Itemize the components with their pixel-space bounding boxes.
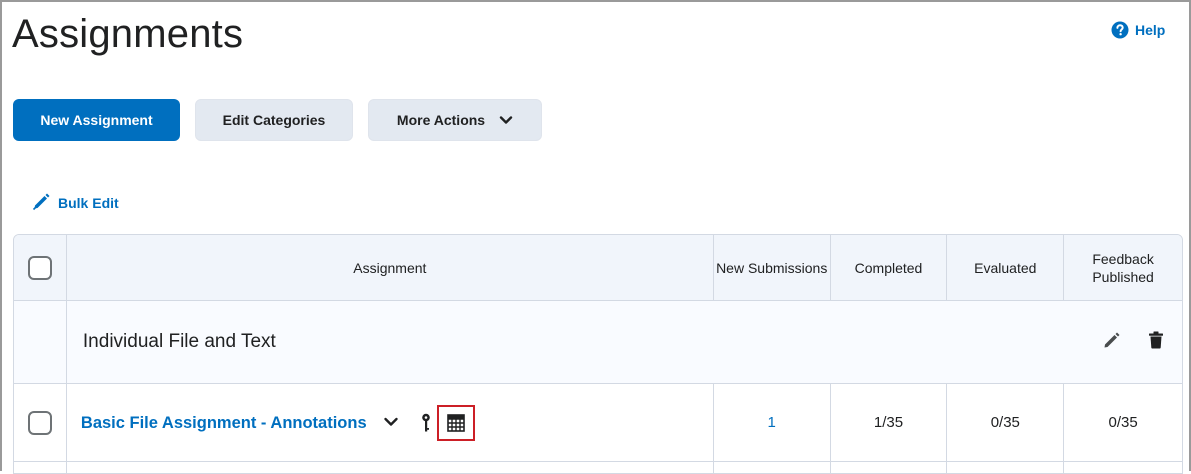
completed-cell: 1/35 — [831, 384, 948, 461]
delete-category-button[interactable] — [1148, 331, 1164, 353]
partial-cell — [831, 462, 948, 473]
key-icon — [421, 413, 431, 433]
pencil-icon — [32, 191, 52, 214]
category-title: Individual File and Text — [82, 331, 276, 352]
new-submissions-link[interactable]: 1 — [768, 414, 776, 432]
partial-cell — [14, 462, 67, 473]
evaluated-value: 0/35 — [990, 413, 1020, 431]
more-actions-button[interactable]: More Actions — [368, 99, 542, 141]
more-actions-label: More Actions — [396, 112, 486, 128]
column-header-evaluated[interactable]: Evaluated — [947, 235, 1065, 300]
assignment-link[interactable]: Basic File Assignment - Annotations — [81, 414, 367, 432]
feedback-published-value: 0/35 — [1108, 413, 1138, 431]
help-icon — [1111, 21, 1129, 39]
partial-cell — [1064, 462, 1182, 473]
edit-categories-label: Edit Categories — [222, 112, 326, 128]
partial-cell — [67, 462, 714, 473]
new-assignment-button[interactable]: New Assignment — [13, 99, 180, 141]
partial-cell — [714, 462, 831, 473]
header-checkbox-cell — [14, 235, 67, 300]
column-header-new-submissions[interactable]: New Submissions — [714, 235, 831, 300]
completed-value: 1/35 — [873, 413, 904, 431]
new-submissions-cell: 1 — [714, 384, 831, 461]
chevron-down-icon — [499, 112, 513, 128]
edit-categories-button[interactable]: Edit Categories — [195, 99, 353, 141]
category-row: Individual File and Text — [14, 301, 1182, 384]
category-cell: Individual File and Text — [67, 301, 1182, 383]
column-header-assignment[interactable]: Assignment — [67, 235, 714, 300]
edit-category-button[interactable] — [1102, 330, 1122, 354]
category-spacer-cell — [14, 301, 67, 383]
table-row: Basic File Assignment - Annotations 1 1/… — [14, 384, 1182, 462]
grid-icon[interactable] — [436, 404, 475, 441]
column-header-completed[interactable]: Completed — [831, 235, 948, 300]
pencil-icon — [1102, 332, 1122, 353]
new-assignment-label: New Assignment — [40, 112, 153, 128]
help-label: Help — [1135, 22, 1166, 38]
select-all-checkbox[interactable] — [27, 255, 52, 280]
row-checkbox-cell — [14, 384, 67, 461]
chevron-down-icon — [383, 414, 399, 432]
feedback-published-cell: 0/35 — [1064, 384, 1182, 461]
help-link[interactable]: Help — [1111, 21, 1165, 39]
assignments-table: Assignment New Submissions Completed Eva… — [13, 234, 1183, 474]
bulk-edit-label: Bulk Edit — [58, 194, 119, 211]
row-checkbox[interactable] — [27, 410, 52, 435]
table-header-row: Assignment New Submissions Completed Eva… — [14, 235, 1182, 301]
table-row-partial — [14, 462, 1182, 473]
page-title: Assignments — [12, 12, 244, 56]
bulk-edit-button[interactable]: Bulk Edit — [32, 191, 119, 214]
assignment-actions-menu-button[interactable] — [383, 414, 399, 432]
assignment-name-cell: Basic File Assignment - Annotations — [67, 384, 714, 461]
trash-icon — [1148, 331, 1164, 352]
evaluated-cell: 0/35 — [947, 384, 1065, 461]
partial-cell — [947, 462, 1065, 473]
column-header-feedback-published[interactable]: Feedback Published — [1064, 235, 1182, 300]
